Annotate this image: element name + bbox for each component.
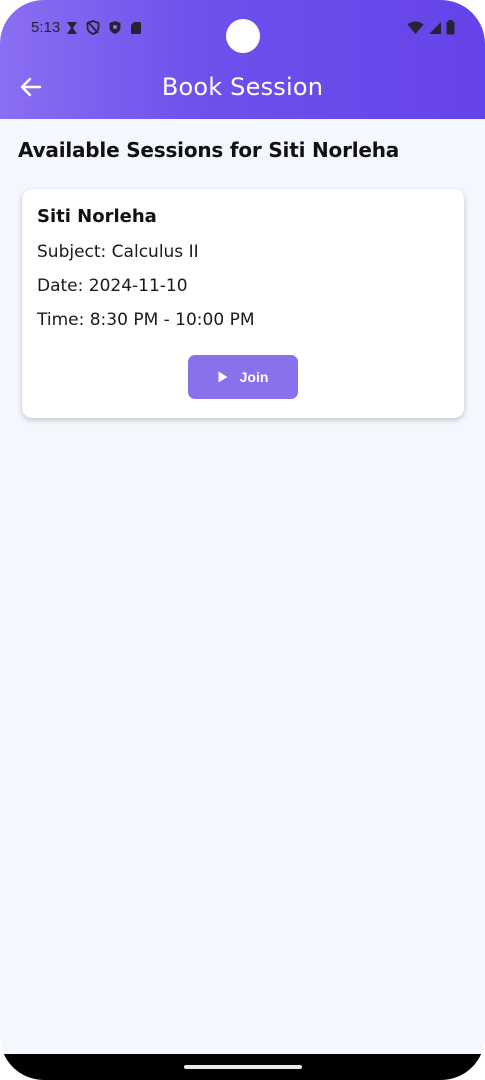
status-bar: 5:13: [0, 0, 485, 56]
home-gesture-pill[interactable]: [184, 1065, 302, 1069]
battery-icon: [446, 20, 455, 35]
sd-card-icon: [131, 21, 141, 34]
hourglass-icon: [67, 21, 77, 34]
session-date: Date: 2024-11-10: [37, 276, 188, 296]
wifi-icon: [407, 21, 424, 34]
status-time: 5:13: [31, 19, 61, 36]
signal-icon: [429, 21, 441, 34]
shield-slash-icon: [86, 20, 100, 35]
status-icons-right: [407, 20, 455, 35]
shield-icon: [109, 21, 121, 34]
status-icons-left: [66, 20, 142, 35]
join-button[interactable]: Join: [188, 355, 298, 399]
session-subject: Subject: Calculus II: [37, 242, 199, 262]
tutor-name: Siti Norleha: [37, 206, 157, 227]
join-button-label: Join: [239, 369, 269, 385]
system-nav-bar: [0, 1054, 485, 1080]
play-icon: [218, 371, 228, 383]
header: 5:13 Book Session: [0, 0, 485, 119]
phone-screen: 5:13 Book Session Available Sessions for…: [0, 0, 485, 1080]
app-bar: Book Session: [0, 56, 485, 119]
app-bar-title: Book Session: [161, 73, 324, 101]
session-time: Time: 8:30 PM - 10:00 PM: [37, 310, 255, 330]
session-card: Siti Norleha Subject: Calculus II Date: …: [22, 189, 464, 418]
page-heading: Available Sessions for Siti Norleha: [18, 138, 400, 162]
camera-cutout: [226, 19, 260, 53]
